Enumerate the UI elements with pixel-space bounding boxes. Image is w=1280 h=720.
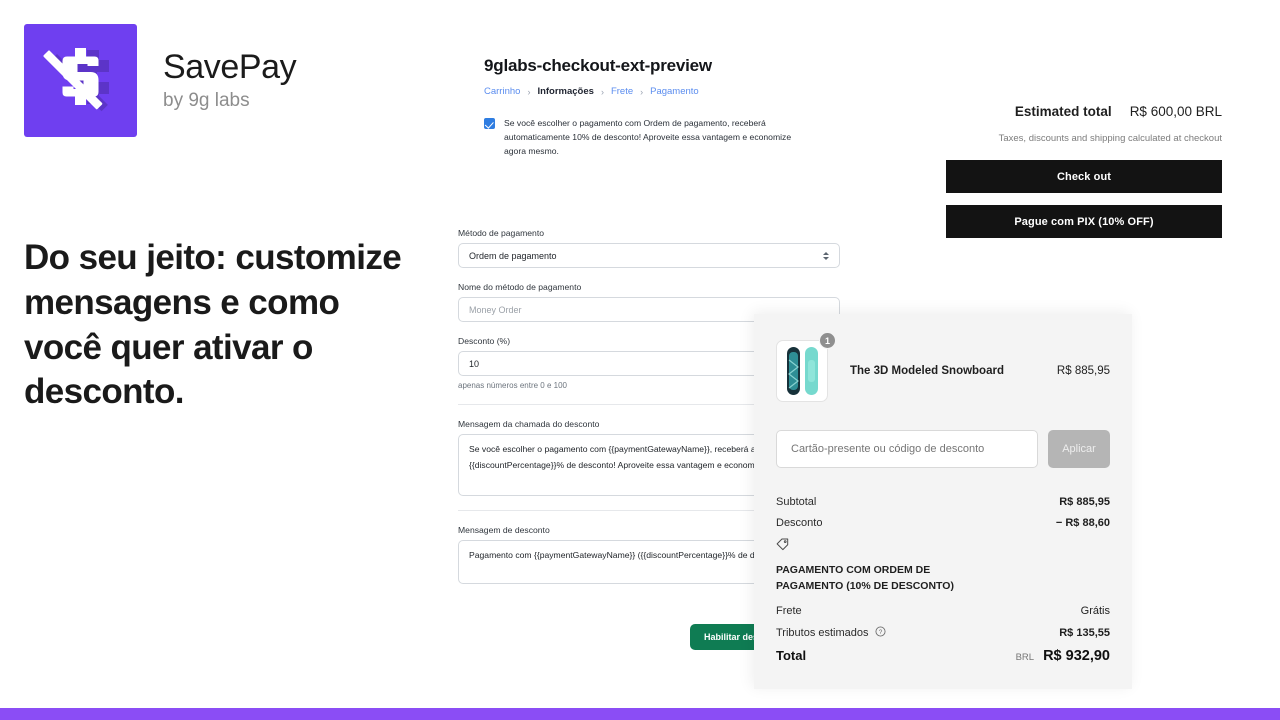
cart-item-name: The 3D Modeled Snowboard <box>850 365 1004 377</box>
pay-with-pix-button[interactable]: Pague com PIX (10% OFF) <box>946 205 1222 238</box>
payment-method-label: Método de pagamento <box>458 228 545 238</box>
total-label: Total <box>776 647 807 663</box>
subtotal-value: R$ 885,95 <box>1059 496 1110 508</box>
tax-value: R$ 135,55 <box>1059 626 1110 639</box>
estimated-total-value: R$ 600,00 BRL <box>1129 104 1222 119</box>
discount-label: Desconto <box>776 517 823 529</box>
breadcrumb-item-pagamento[interactable]: Pagamento <box>650 86 699 97</box>
payment-method-field: Método de pagamento Ordem de pagamento <box>458 228 860 268</box>
discount-value: − R$ 88,60 <box>1055 517 1110 529</box>
chevron-updown-icon <box>823 251 829 260</box>
breadcrumb-item-frete[interactable]: Frete <box>611 86 633 97</box>
product-thumbnail[interactable] <box>776 340 828 402</box>
shipping-label: Frete <box>776 604 802 617</box>
check-out-button[interactable]: Check out <box>946 160 1222 193</box>
payment-method-name-label: Nome do método de pagamento <box>458 282 582 292</box>
subtotal-label: Subtotal <box>776 496 817 508</box>
estimated-total-note: Taxes, discounts and shipping calculated… <box>998 133 1222 144</box>
breadcrumb: Carrinho › Informações › Frete › Pagamen… <box>484 86 699 97</box>
payment-method-select[interactable]: Ordem de pagamento <box>458 243 840 268</box>
svg-text:?: ? <box>878 629 882 636</box>
order-summary-panel: 1 The 3D Modeled Snowboard R$ 885,95 Car… <box>754 314 1132 689</box>
shipping-row: Frete Grátis <box>776 605 1110 617</box>
promo-code-row: Cartão-presente ou código de desconto Ap… <box>776 430 1110 468</box>
bottom-accent-bar <box>0 708 1280 720</box>
discount-row: Desconto − R$ 88,60 <box>776 517 1110 529</box>
slide-canvas: SavePay by 9g labs Do seu jeito: customi… <box>0 0 1280 720</box>
total-row: Total BRL R$ 932,90 <box>776 648 1110 664</box>
savepay-logo <box>24 24 137 137</box>
cart-item-price: R$ 885,95 <box>1056 365 1110 377</box>
discount-notice-text: Se você escolher o pagamento com Ordem d… <box>504 118 792 157</box>
subtotal-row: Subtotal R$ 885,95 <box>776 496 1110 508</box>
tax-label-text: Tributos estimados <box>776 626 869 639</box>
headline-text: Do seu jeito: customize mensagens e como… <box>24 238 402 412</box>
promo-code-input[interactable]: Cartão-presente ou código de desconto <box>776 430 1038 468</box>
discount-code-name: PAGAMENTO COM ORDEM DE PAGAMENTO (10% DE… <box>776 564 954 593</box>
estimated-total-block: Estimated total R$ 600,00 BRL Taxes, dis… <box>946 104 1222 238</box>
estimated-total-label: Estimated total <box>1014 104 1112 119</box>
cart-line-item: 1 The 3D Modeled Snowboard R$ 885,95 <box>776 332 1110 402</box>
snowboard-mint-icon <box>804 347 818 395</box>
breadcrumb-separator-icon: › <box>600 86 604 97</box>
breadcrumb-separator-icon: › <box>640 86 644 97</box>
payment-method-value: Ordem de pagamento <box>469 250 557 261</box>
apply-promo-button[interactable]: Aplicar <box>1048 430 1110 468</box>
tax-row: Tributos estimados ? R$ 135,55 <box>776 626 1110 639</box>
discount-tag-icon-wrap <box>776 538 1110 556</box>
struck-through-dollar-icon <box>43 48 109 112</box>
cart-item-quantity-badge: 1 <box>819 332 836 349</box>
discount-notice: Se você escolher o pagamento com Ordem d… <box>484 116 804 159</box>
breadcrumb-separator-icon: › <box>527 86 531 97</box>
snowboard-dark-icon <box>786 347 800 395</box>
page-title: 9glabs-checkout-ext-preview <box>484 56 712 75</box>
price-tag-icon <box>776 538 789 551</box>
total-value: R$ 932,90 <box>1043 647 1110 664</box>
discount-notice-checkbox[interactable] <box>484 118 495 129</box>
breadcrumb-item-informacoes[interactable]: Informações <box>537 86 594 97</box>
order-totals: Subtotal R$ 885,95 Desconto − R$ 88,60 P… <box>776 496 1110 664</box>
brand-name: SavePay <box>163 47 297 86</box>
brand-block: SavePay by 9g labs <box>24 24 297 137</box>
brand-tagline: by 9g labs <box>163 90 250 112</box>
shipping-value: Grátis <box>1080 604 1110 617</box>
total-currency: BRL <box>1015 651 1035 663</box>
product-thumbnail-wrap: 1 <box>776 332 836 402</box>
info-question-icon[interactable]: ? <box>875 626 886 637</box>
tax-label: Tributos estimados ? <box>776 626 886 639</box>
breadcrumb-item-carrinho[interactable]: Carrinho <box>484 86 520 97</box>
